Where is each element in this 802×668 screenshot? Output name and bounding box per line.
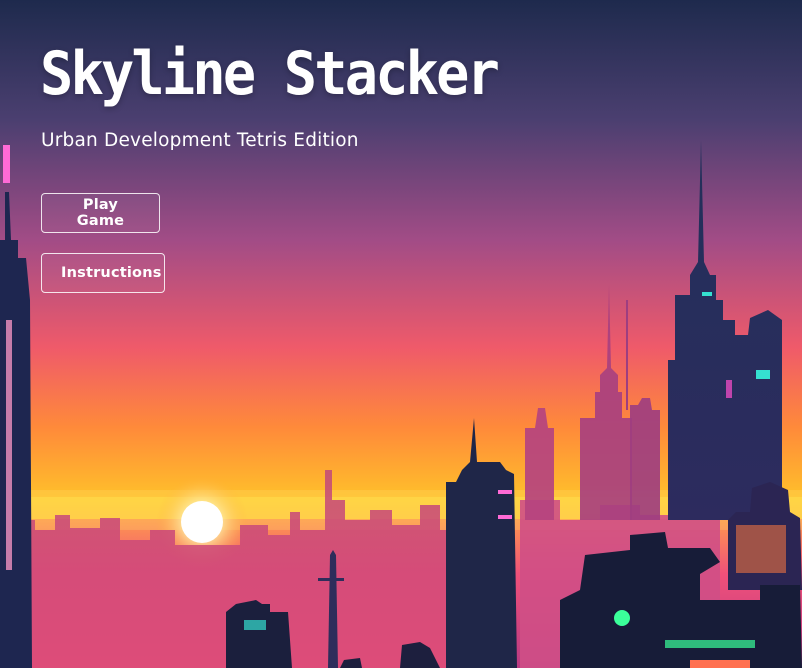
title-screen: Skyline Stacker Urban Development Tetris…: [0, 0, 802, 668]
game-subtitle: Urban Development Tetris Edition: [41, 130, 359, 151]
game-title: Skyline Stacker: [40, 39, 500, 109]
instructions-button[interactable]: Instructions: [41, 253, 165, 293]
play-game-button[interactable]: Play Game: [41, 193, 160, 233]
